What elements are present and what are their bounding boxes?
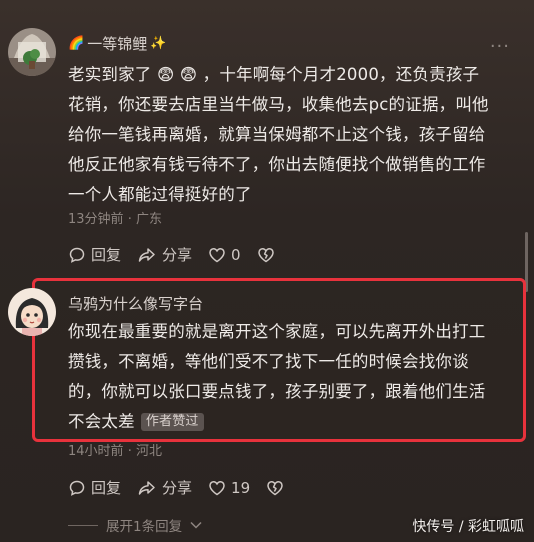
dislike-button[interactable]: [257, 246, 275, 264]
rainbow-icon: 🌈: [68, 36, 85, 51]
username-text: 一等锦鲤: [87, 35, 148, 53]
like-button[interactable]: 0: [208, 246, 241, 264]
dislike-button[interactable]: [266, 479, 284, 497]
author-liked-badge: 作者赞过: [140, 413, 204, 431]
comment-bubble-icon: [69, 247, 85, 263]
comment-content: 你现在最重要的就是离开这个家庭，可以先离开外出打工 攒钱，不离婚，等他们受不了找…: [68, 322, 486, 431]
broken-heart-icon: [257, 247, 274, 262]
avatar[interactable]: [8, 28, 56, 76]
username[interactable]: 乌鸦为什么像写字台: [68, 293, 203, 314]
like-button[interactable]: 19: [208, 479, 250, 497]
like-count: 19: [231, 478, 251, 497]
comment-actions: 回复 分享 0: [68, 244, 291, 265]
comment-location: 广东: [135, 212, 162, 227]
heart-icon: [209, 480, 225, 495]
chevron-down-icon: [190, 521, 202, 529]
more-options-button[interactable]: ···: [490, 36, 510, 57]
comment-meta: 14小时前 · 河北: [68, 444, 162, 459]
comment-time: 13分钟前: [68, 212, 124, 227]
expand-replies-button[interactable]: 展开1条回复: [68, 515, 202, 535]
broken-heart-icon: [267, 480, 283, 495]
avatar[interactable]: [8, 288, 56, 336]
heart-icon: [209, 247, 225, 262]
username-text: 乌鸦为什么像写字台: [68, 295, 204, 313]
watermark: 快传号 / 彩虹呱呱: [412, 519, 524, 535]
divider: [68, 524, 98, 526]
reply-button[interactable]: 回复: [68, 477, 121, 498]
reply-button[interactable]: 回复: [68, 244, 121, 265]
comment-time: 14小时前: [68, 444, 124, 459]
share-button[interactable]: 分享: [137, 244, 192, 265]
username[interactable]: 🌈 一等锦鲤 ✨: [68, 33, 166, 54]
comment-location: 河北: [135, 444, 162, 459]
comment-bubble-icon: [69, 480, 85, 496]
sparkle-icon: ✨: [150, 36, 167, 51]
share-button[interactable]: 分享: [137, 477, 192, 498]
comment-meta: 13分钟前 · 广东: [68, 212, 162, 227]
share-arrow-icon: [138, 480, 155, 495]
comment-content: 老实到家了 😨 😨 ，十年啊每个月才2000，还负责孩子 花销，你还要去店里当牛…: [68, 65, 489, 204]
like-count: 0: [231, 245, 241, 264]
share-arrow-icon: [138, 247, 155, 262]
comment-actions: 回复 分享 19: [68, 477, 300, 498]
